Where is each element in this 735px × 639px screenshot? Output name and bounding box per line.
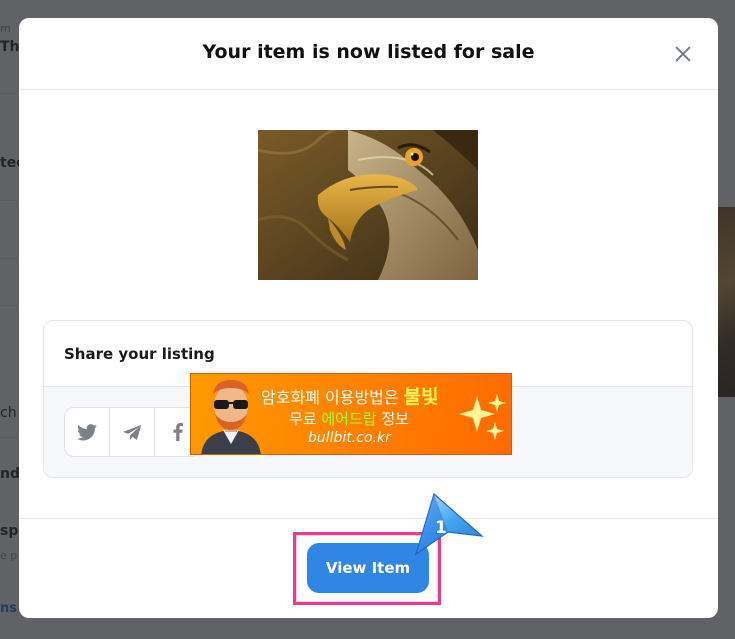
telegram-icon: [122, 424, 142, 440]
modal-title: Your item is now listed for sale: [202, 41, 535, 63]
listing-success-modal: Your item is now listed for sale Share y…: [19, 18, 718, 618]
sparkle-icon: [459, 394, 506, 440]
ad-brand-highlight: 불빛: [403, 386, 439, 408]
view-item-button[interactable]: View Item: [307, 543, 429, 593]
ad-line-2-text: 무료: [289, 410, 322, 428]
ad-line-1: 암호화폐 이용방법은 불빛: [261, 382, 439, 409]
share-twitter-button[interactable]: [65, 408, 110, 456]
ad-url: bullbit.co.kr: [308, 430, 391, 446]
step-number: 1: [435, 518, 447, 538]
share-telegram-button[interactable]: [110, 408, 155, 456]
item-image: [258, 130, 478, 280]
facebook-icon: [173, 423, 183, 441]
ad-line-2-suffix: 정보: [376, 410, 409, 428]
share-button-group: [64, 407, 201, 457]
ad-banner[interactable]: 암호화폐 이용방법은 불빛 무료 에어드랍 정보 bullbit.co.kr: [190, 373, 512, 455]
ad-airdrop-highlight: 에어드랍: [321, 410, 377, 428]
modal-footer: View Item: [19, 518, 718, 618]
modal-header: Your item is now listed for sale: [19, 18, 718, 90]
close-icon[interactable]: [674, 45, 692, 63]
share-title: Share your listing: [64, 344, 215, 363]
ad-line-1-text: 암호화폐 이용방법은: [261, 388, 404, 407]
eagle-artwork-image: [258, 130, 478, 280]
twitter-icon: [77, 423, 97, 440]
avatar-icon: [201, 380, 261, 454]
ad-line-2: 무료 에어드랍 정보: [289, 408, 409, 429]
step-marker: 1: [414, 492, 484, 556]
step-arrow-icon: [414, 492, 484, 556]
